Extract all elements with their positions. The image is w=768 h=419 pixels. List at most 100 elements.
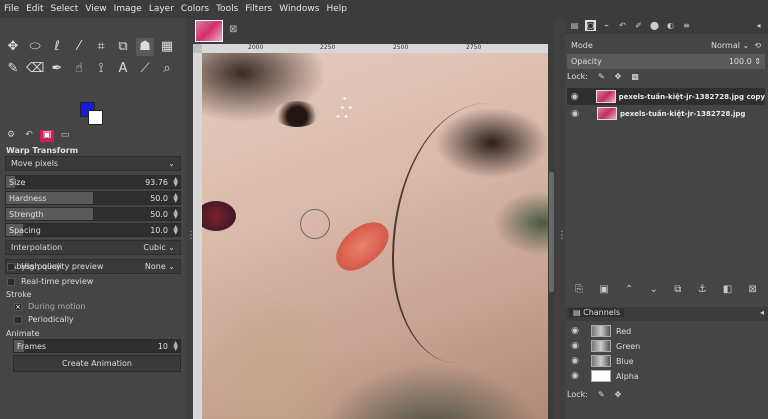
layers-tab-icon[interactable]: ▤	[569, 20, 580, 31]
reset-icon[interactable]: ⟲	[754, 41, 761, 50]
device-status-tab-icon[interactable]: ▭	[58, 130, 72, 142]
create-animation-button[interactable]: Create Animation	[13, 355, 181, 372]
ruler-corner[interactable]	[193, 44, 202, 53]
images-tab-icon[interactable]: ▣	[40, 130, 54, 142]
menu-select[interactable]: Select	[51, 4, 79, 14]
ink-icon[interactable]: ✒	[48, 60, 66, 78]
close-icon[interactable]: ⊠	[229, 24, 237, 35]
fuzzy-select-icon[interactable]: ⁄	[70, 38, 88, 56]
image-tab-thumbnail[interactable]	[195, 20, 223, 42]
periodically-checkbox[interactable]: Periodically	[14, 315, 74, 324]
bucket-fill-icon[interactable]: ▦	[158, 38, 176, 56]
interpolation-select[interactable]: Interpolation Cubic ⌄	[5, 240, 181, 255]
color-swatches[interactable]	[80, 102, 110, 130]
visibility-eye-icon[interactable]: ◉	[567, 92, 582, 102]
vertical-ruler[interactable]	[193, 53, 202, 419]
eraser-icon[interactable]: ⌫	[26, 60, 44, 78]
menu-edit[interactable]: Edit	[26, 4, 43, 14]
layer-row[interactable]: ◉ pexels-tuấn-kiệt-jr-1382728.jpg	[567, 105, 765, 122]
lock-pixels-icon[interactable]: ✎	[598, 72, 605, 81]
size-slider[interactable]: Size 93.76 ▲ ▼	[5, 175, 181, 189]
visibility-eye-icon[interactable]: ◉	[567, 326, 583, 336]
lower-layer-icon[interactable]: ⌄	[650, 284, 658, 295]
visibility-eye-icon[interactable]: ◉	[567, 356, 583, 366]
delete-layer-icon[interactable]: ⊠	[748, 284, 756, 295]
layer-row[interactable]: ◉ pexels-tuấn-kiệt-jr-1382728.jpg copy	[567, 88, 765, 105]
undo-tab-icon[interactable]: ↶	[617, 20, 628, 31]
high-quality-preview-checkbox[interactable]: High quality preview	[7, 262, 103, 271]
spin-arrows-icon[interactable]: ▲ ▼	[173, 193, 178, 204]
frames-slider[interactable]: Frames 10 ▲ ▼	[13, 339, 181, 353]
lock-position-icon[interactable]: ✥	[615, 72, 622, 81]
tool-options-tab-icon[interactable]: ⚙	[4, 130, 18, 142]
lock-pixels-icon[interactable]: ✎	[598, 390, 605, 399]
paths-icon[interactable]: ⟟	[92, 60, 110, 78]
channel-row[interactable]: ◉ Alpha	[567, 369, 765, 383]
menu-image[interactable]: Image	[114, 4, 142, 14]
channel-row[interactable]: ◉ Red	[567, 324, 765, 338]
channels-tab-icon[interactable]: ◙	[585, 20, 596, 31]
menu-help[interactable]: Help	[326, 4, 347, 14]
font-tab-icon[interactable]: ◐	[665, 20, 676, 31]
new-layer-group-icon[interactable]: ⎘	[575, 284, 583, 295]
menu-layer[interactable]: Layer	[149, 4, 174, 14]
channel-row[interactable]: ◉ Green	[567, 339, 765, 353]
spin-arrows-icon[interactable]: ▲ ▼	[173, 177, 178, 188]
menu-colors[interactable]: Colors	[181, 4, 209, 14]
realtime-preview-checkbox[interactable]: Real-time preview	[7, 277, 93, 286]
dock-menu-icon[interactable]: ◂	[753, 20, 764, 31]
brush-tab-icon[interactable]: ✐	[633, 20, 644, 31]
paintbrush-icon[interactable]: ✎	[4, 60, 22, 78]
duplicate-layer-icon[interactable]: ⧉	[674, 284, 681, 295]
undo-history-tab-icon[interactable]: ↶	[22, 130, 36, 142]
menu-windows[interactable]: Windows	[279, 4, 319, 14]
right-dock-handle[interactable]: ⋮	[555, 18, 567, 419]
visibility-eye-icon[interactable]: ◉	[567, 371, 583, 381]
horizontal-ruler[interactable]: 2000 2250 2500 2750	[202, 44, 548, 53]
channels-tab[interactable]: ▤ Channels	[569, 308, 625, 317]
warp-transform-icon[interactable]: ☗	[136, 38, 154, 56]
behavior-select[interactable]: Move pixels ⌄	[5, 156, 181, 171]
channel-row[interactable]: ◉ Blue	[567, 354, 765, 368]
spacing-slider[interactable]: Spacing 10.0 ▲ ▼	[5, 223, 181, 237]
menu-view[interactable]: View	[85, 4, 106, 14]
spin-arrows-icon[interactable]: ▲ ▼	[173, 341, 178, 352]
menu-tab-icon[interactable]: ≡	[681, 20, 692, 31]
crop-tool-icon[interactable]: ⌗	[92, 38, 110, 56]
ellipse-select-icon[interactable]: ⬭	[26, 38, 44, 56]
pattern-tab-icon[interactable]: ⬤	[649, 20, 660, 31]
dock-menu-icon[interactable]: ◂	[760, 308, 764, 317]
smudge-icon[interactable]: ☝	[70, 60, 88, 78]
during-motion-checkbox[interactable]: × During motion	[14, 302, 85, 311]
lock-alpha-icon[interactable]: ▩	[631, 72, 639, 81]
left-dock-handle[interactable]: ⋮	[185, 18, 196, 419]
checkbox-box[interactable]	[7, 277, 15, 286]
unified-transform-icon[interactable]: ⧉	[114, 38, 132, 56]
background-color[interactable]	[88, 110, 103, 125]
strength-slider[interactable]: Strength 50.0 ▲ ▼	[5, 207, 181, 221]
checkbox-box[interactable]: ×	[14, 302, 22, 311]
visibility-eye-icon[interactable]: ◉	[567, 109, 583, 119]
checkbox-box[interactable]	[14, 315, 22, 324]
anchor-layer-icon[interactable]: ⚓	[698, 284, 707, 295]
scrollbar-thumb[interactable]	[549, 172, 554, 292]
free-select-icon[interactable]: ℓ	[48, 38, 66, 56]
visibility-eye-icon[interactable]: ◉	[567, 341, 583, 351]
menu-filters[interactable]: Filters	[245, 4, 272, 14]
lock-position-icon[interactable]: ✥	[615, 390, 622, 399]
canvas-vertical-scrollbar[interactable]	[548, 44, 555, 419]
move-tool-icon[interactable]: ✥	[4, 38, 22, 56]
paths-tab-icon[interactable]: ⌁	[601, 20, 612, 31]
color-picker-icon[interactable]: ⟋	[136, 60, 154, 78]
checkbox-box[interactable]	[7, 262, 15, 271]
menu-file[interactable]: File	[4, 4, 19, 14]
mask-layer-icon[interactable]: ◧	[723, 284, 732, 295]
spin-arrows-icon[interactable]: ▲ ▼	[173, 225, 178, 236]
zoom-tool-icon[interactable]: ⌕	[158, 60, 176, 78]
menu-tools[interactable]: Tools	[216, 4, 238, 14]
spin-arrows-icon[interactable]: ▲ ▼	[173, 209, 178, 220]
image-canvas[interactable]: ✦ ✦ ✦ ✦ ✦	[202, 53, 548, 419]
spin-arrows-icon[interactable]: ⇕	[754, 57, 761, 66]
text-tool-icon[interactable]: A	[114, 60, 132, 78]
layer-mode-row[interactable]: Mode Normal ⌄ ⟲	[567, 38, 765, 53]
